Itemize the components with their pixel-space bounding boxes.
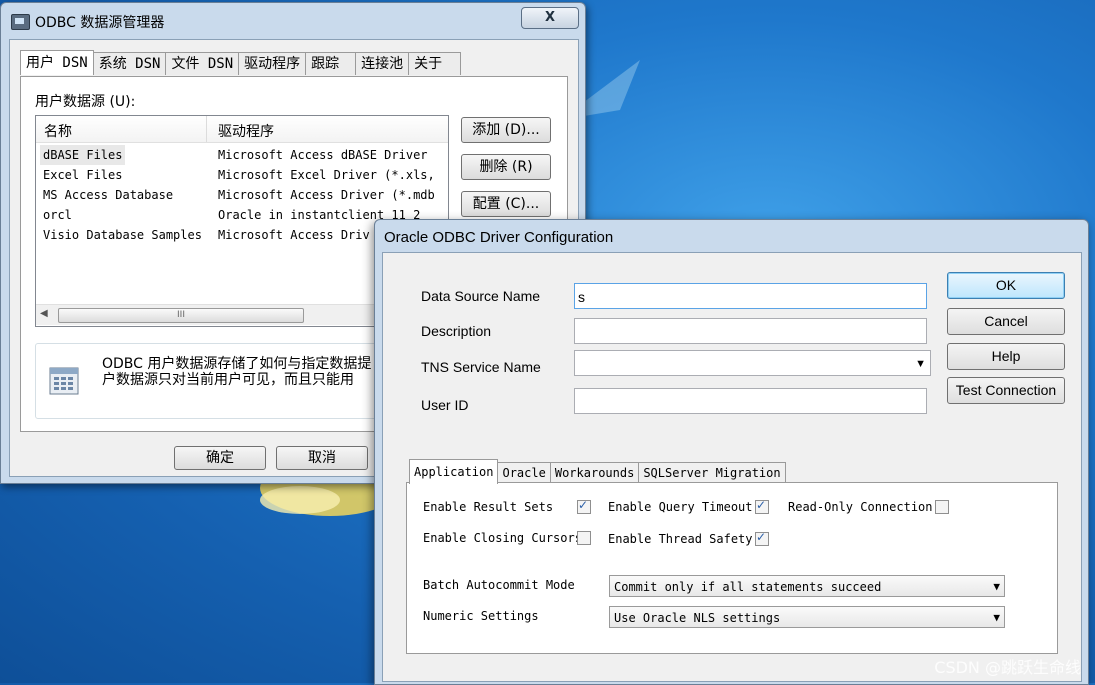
watermark: CSDN @跳跃生命线	[934, 658, 1081, 677]
user-data-sources-label: 用户数据源 (U):	[35, 94, 136, 110]
tns-service-name-combo[interactable]: ▼	[574, 350, 931, 376]
configure-button[interactable]: 配置 (C)...	[461, 191, 551, 217]
thread-safety-checkbox[interactable]: ✓	[755, 530, 769, 546]
item-name: orcl	[43, 208, 72, 222]
ok-button[interactable]: OK	[947, 272, 1065, 299]
tab-user-dsn[interactable]: 用户 DSN	[20, 50, 94, 75]
dialog-title: Oracle ODBC Driver Configuration	[384, 229, 614, 246]
data-source-name-label: Data Source Name	[421, 288, 541, 304]
help-button[interactable]: Help	[947, 343, 1065, 370]
result-sets-label: Enable Result Sets	[423, 500, 554, 514]
list-item[interactable]: Excel Files Microsoft Excel Driver (*.xl…	[36, 165, 448, 185]
dropdown-arrow-icon[interactable]: ▼	[993, 607, 1000, 629]
batch-autocommit-select[interactable]: Commit only if all statements succeed ▼	[609, 575, 1005, 597]
result-sets-checkbox[interactable]: ✓	[577, 498, 591, 514]
read-only-label: Read-Only Connection	[788, 500, 933, 514]
scroll-left-icon[interactable]: ◀	[40, 308, 48, 319]
item-name: MS Access Database	[43, 188, 174, 202]
list-header: 名称 驱动程序	[36, 116, 448, 143]
odbc-app-icon	[11, 14, 30, 30]
checkmark-icon: ✓	[756, 498, 767, 512]
column-header-driver[interactable]: 驱动程序	[218, 121, 274, 141]
item-name: dBASE Files	[40, 145, 126, 165]
odbc-tab-strip: 用户 DSN 系统 DSN 文件 DSN 驱动程序 跟踪 连接池 关于	[20, 50, 462, 76]
odbc-title-bar: ODBC 数据源管理器 X	[1, 3, 585, 37]
numeric-settings-select[interactable]: Use Oracle NLS settings ▼	[609, 606, 1005, 628]
data-source-name-input[interactable]: s	[574, 283, 927, 309]
checkmark-icon: ✓	[756, 530, 767, 544]
cancel-button[interactable]: Cancel	[947, 308, 1065, 335]
close-button[interactable]: X	[521, 7, 579, 29]
tab-connection-pooling[interactable]: 连接池	[355, 52, 410, 75]
tab-system-dsn[interactable]: 系统 DSN	[92, 52, 167, 75]
item-name: Excel Files	[43, 168, 123, 182]
tab-tracing[interactable]: 跟踪	[305, 52, 357, 75]
cancel-button[interactable]: 取消	[276, 446, 368, 470]
thread-safety-label: Enable Thread Safety	[608, 532, 753, 546]
tab-workarounds[interactable]: Workarounds	[549, 462, 640, 484]
closing-cursors-checkbox[interactable]	[577, 531, 591, 545]
dialog-client-area: Data Source Name s Description TNS Servi…	[382, 252, 1082, 682]
list-item[interactable]: dBASE Files Microsoft Access dBASE Drive…	[36, 145, 448, 165]
remove-button[interactable]: 删除 (R)	[461, 154, 551, 180]
checkmark-icon: ✓	[578, 498, 589, 512]
list-item[interactable]: MS Access Database Microsoft Access Driv…	[36, 185, 448, 205]
data-source-icon	[49, 367, 79, 395]
tab-about[interactable]: 关于	[408, 52, 462, 75]
options-tab-strip: Application Oracle Workarounds SQLServer…	[409, 459, 786, 484]
tab-application[interactable]: Application	[409, 459, 499, 484]
tab-drivers[interactable]: 驱动程序	[238, 52, 307, 75]
numeric-settings-label: Numeric Settings	[423, 609, 539, 623]
query-timeout-label: Enable Query Timeout	[608, 500, 753, 514]
tns-service-name-label: TNS Service Name	[421, 359, 541, 375]
add-button[interactable]: 添加 (D)...	[461, 117, 551, 143]
dropdown-arrow-icon[interactable]: ▼	[993, 576, 1000, 598]
description-label: Description	[421, 323, 492, 339]
numeric-settings-value: Use Oracle NLS settings	[614, 611, 781, 625]
column-separator[interactable]	[206, 116, 207, 142]
tab-file-dsn[interactable]: 文件 DSN	[165, 52, 240, 75]
user-id-input[interactable]	[574, 388, 927, 414]
description-input[interactable]	[574, 318, 927, 344]
item-driver: Microsoft Access Driv	[218, 228, 370, 242]
scrollbar-thumb[interactable]: III	[58, 308, 304, 323]
dropdown-arrow-icon[interactable]: ▼	[915, 351, 926, 377]
tab-sqlserver-migration[interactable]: SQLServer Migration	[638, 462, 786, 484]
user-id-label: User ID	[421, 397, 469, 413]
item-driver: Microsoft Access Driver (*.mdb	[218, 188, 435, 202]
tab-oracle[interactable]: Oracle	[497, 462, 551, 484]
oracle-config-dialog: Oracle ODBC Driver Configuration Data So…	[374, 219, 1089, 685]
query-timeout-checkbox[interactable]: ✓	[755, 498, 769, 514]
batch-autocommit-value: Commit only if all statements succeed	[614, 580, 882, 594]
column-header-name[interactable]: 名称	[44, 121, 72, 141]
window-title: ODBC 数据源管理器	[35, 15, 165, 31]
application-tab-page: Enable Result Sets ✓ Enable Query Timeou…	[406, 482, 1058, 654]
ok-button[interactable]: 确定	[174, 446, 266, 470]
item-driver: Microsoft Access dBASE Driver	[218, 148, 428, 162]
read-only-checkbox[interactable]	[935, 500, 949, 514]
item-driver: Microsoft Excel Driver (*.xls,	[218, 168, 435, 182]
test-connection-button[interactable]: Test Connection	[947, 377, 1065, 404]
batch-autocommit-label: Batch Autocommit Mode	[423, 578, 575, 592]
closing-cursors-label: Enable Closing Cursors	[423, 531, 582, 545]
info-line-1: ODBC 用户数据源存储了如何与指定数据提	[102, 356, 372, 372]
info-line-2: 户数据源只对当前用户可见，而且只能用	[102, 372, 354, 388]
item-name: Visio Database Samples	[43, 228, 202, 242]
info-text: ODBC 用户数据源存储了如何与指定数据提 户数据源只对当前用户可见，而且只能用	[102, 356, 371, 388]
